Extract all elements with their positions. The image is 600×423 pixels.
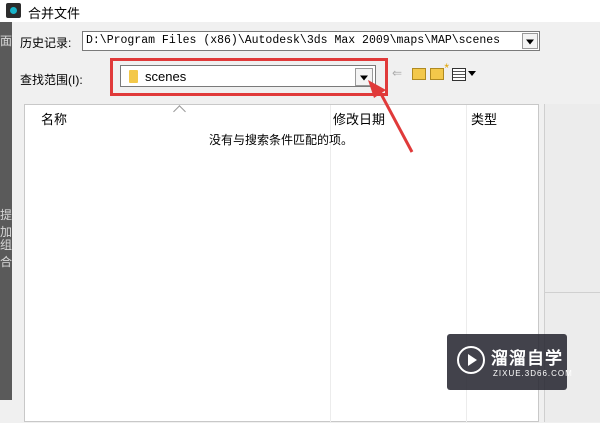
lookin-combo[interactable]: scenes (120, 65, 376, 87)
history-label: 历史记录: (20, 36, 72, 50)
up-folder-icon[interactable] (412, 68, 426, 80)
history-path: D:\Program Files (x86)\Autodesk\3ds Max … (86, 34, 501, 47)
column-header-date[interactable]: 修改日期 (333, 109, 385, 131)
back-icon[interactable]: ⇐ (392, 66, 407, 80)
chevron-down-icon[interactable] (468, 71, 476, 76)
lookin-folder-name: scenes (145, 69, 187, 84)
history-dropdown-button[interactable] (522, 33, 538, 49)
watermark: 溜溜自学 ZIXUE.3D66.COM (447, 334, 572, 390)
folder-icon (129, 70, 138, 83)
background-text: 组合 (0, 238, 13, 269)
background-app-strip: 面 提加 组合 (0, 22, 12, 400)
chevron-down-icon (360, 75, 368, 81)
lookin-label: 查找范围(I): (20, 73, 83, 87)
column-divider[interactable] (330, 105, 331, 423)
watermark-subtitle: ZIXUE.3D66.COM (493, 369, 573, 378)
sort-up-icon (173, 105, 186, 118)
window-title: 合并文件 (28, 6, 81, 21)
empty-message: 没有与搜索条件匹配的项。 (209, 133, 354, 147)
view-menu-icon[interactable] (452, 68, 466, 81)
play-logo-icon (457, 346, 485, 374)
background-text: 面 (0, 34, 13, 48)
history-combo[interactable]: D:\Program Files (x86)\Autodesk\3ds Max … (82, 31, 540, 51)
new-folder-icon[interactable] (430, 61, 449, 80)
background-text: 提加 (0, 208, 13, 239)
app-icon (6, 3, 21, 18)
chevron-down-icon (526, 39, 534, 45)
watermark-title: 溜溜自学 (491, 349, 563, 368)
lookin-dropdown-button[interactable] (355, 68, 373, 86)
divider (544, 292, 600, 293)
title-bar: 合并文件 (0, 0, 600, 23)
column-header-type[interactable]: 类型 (471, 109, 497, 131)
column-header-name[interactable]: 名称 (41, 109, 67, 131)
